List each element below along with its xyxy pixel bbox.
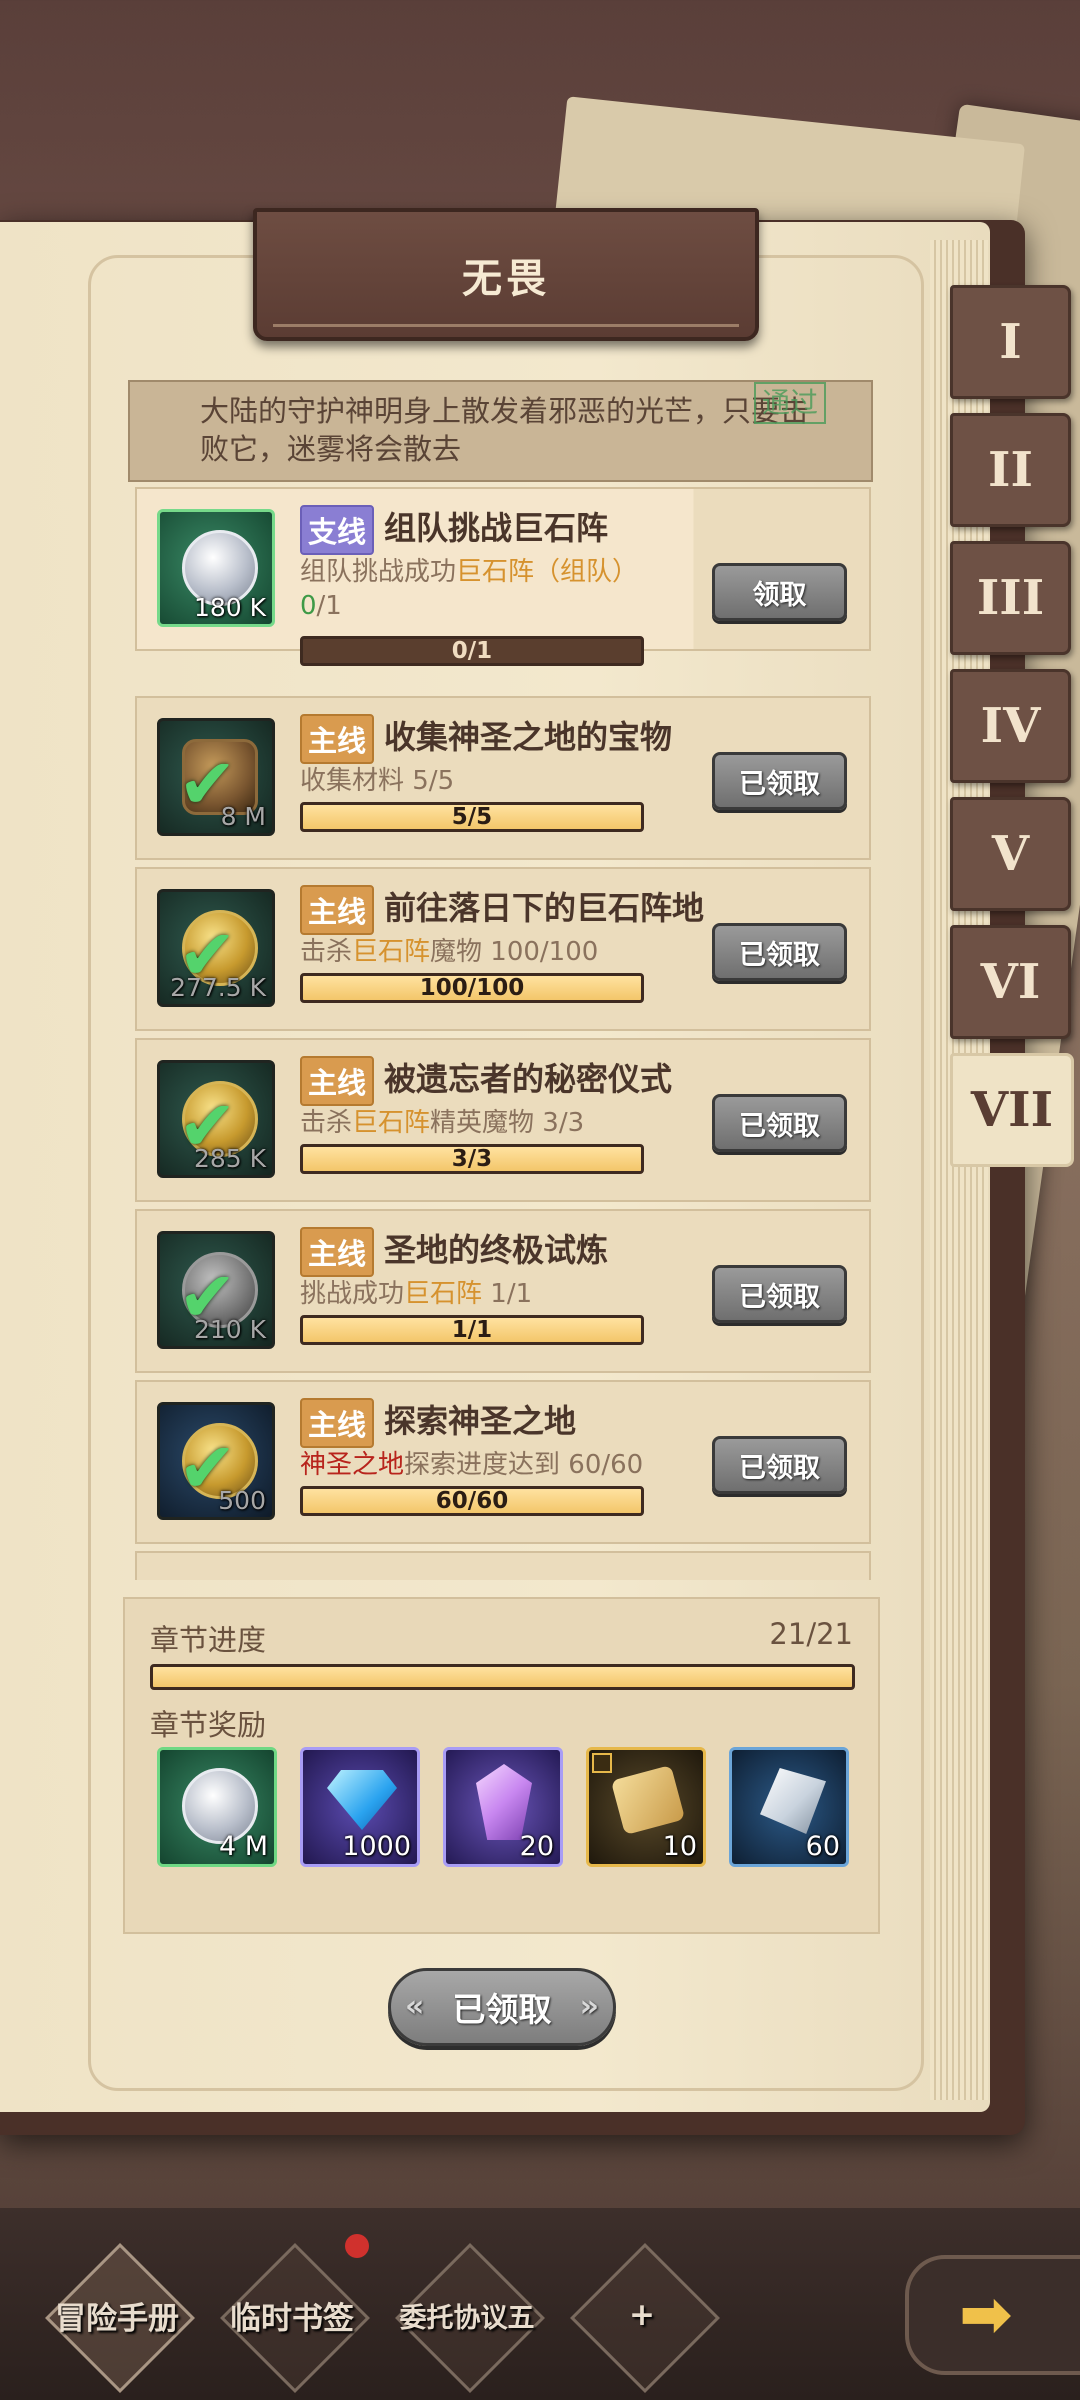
nav-label: 委托协议五: [399, 2302, 535, 2334]
chapter-reward-item[interactable]: 4 M: [157, 1747, 277, 1867]
reward-amount: 10: [662, 1831, 697, 1862]
nav-adventure-handbook[interactable]: 冒险手册: [45, 2243, 195, 2393]
task-title: 被遗忘者的秘密仪式: [384, 1060, 673, 1098]
task-desc: 挑战成功巨石阵 1/1: [300, 1279, 533, 1309]
task-progress-bar: 0/1: [300, 636, 644, 666]
task-item: ✔ 210 K 主线 圣地的终极试炼 挑战成功巨石阵 1/1 1/1 已领取: [135, 1209, 871, 1373]
nav-add[interactable]: +: [570, 2243, 720, 2393]
claimed-button[interactable]: 已领取: [712, 1436, 847, 1494]
task-title: 组队挑战巨石阵: [384, 509, 609, 547]
chapter-tab-4[interactable]: IV: [950, 669, 1071, 783]
task-item: ✔ 8 M 主线 收集神圣之地的宝物 收集材料 5/5 5/5 已领取: [135, 696, 871, 860]
notification-badge: [345, 2234, 369, 2258]
task-desc: 组队挑战成功巨石阵（组队）: [300, 557, 639, 587]
reward-icon[interactable]: ✔ 210 K: [157, 1231, 275, 1349]
chapter-tabs: I II III IV V VI VII: [950, 285, 1074, 1181]
chapter-reward-item[interactable]: 10: [586, 1747, 706, 1867]
chapter-progress-value: 21/21: [769, 1617, 853, 1651]
chapter-tab-5[interactable]: V: [950, 797, 1071, 911]
reward-amount: 210 K: [193, 1315, 266, 1344]
nav-label: 临时书签: [230, 2300, 354, 2337]
claimed-button[interactable]: 已领取: [712, 752, 847, 810]
side-quest-tag: 支线: [300, 505, 375, 555]
silver-shard-icon: [760, 1768, 826, 1834]
chapter-tab-7[interactable]: VII: [950, 1053, 1074, 1167]
task-progress-bar: 100/100: [300, 973, 644, 1003]
description-text: 大陆的守护神明身上散发着邪恶的光芒，只要击败它，迷雾将会散去: [200, 394, 810, 466]
main-quest-tag: 主线: [300, 714, 375, 764]
claimed-button[interactable]: 已领取: [712, 1265, 847, 1323]
task-list[interactable]: 大陆的守护神明身上散发着邪恶的光芒，只要击败它，迷雾将会散去 通过 180 K …: [123, 380, 879, 1580]
task-desc: 击杀巨石阵精英魔物 3/3: [300, 1108, 585, 1138]
chapter-reward-label: 章节奖励: [150, 1708, 267, 1742]
task-item: ✔ 500 主线 探索神圣之地 神圣之地探索进度达到 60/60 60/60 已…: [135, 1380, 871, 1544]
task-desc: 神圣之地探索进度达到 60/60: [300, 1450, 644, 1480]
task-title: 圣地的终极试炼: [384, 1231, 609, 1269]
main-quest-tag: 主线: [300, 1056, 375, 1106]
task-desc: 收集材料 5/5: [300, 766, 455, 796]
corner-mark-icon: [592, 1753, 612, 1773]
claimed-button[interactable]: 已领取: [712, 1094, 847, 1152]
reward-amount: 20: [519, 1831, 554, 1862]
claimed-button[interactable]: 已领取: [712, 923, 847, 981]
reward-amount: 60: [805, 1831, 840, 1862]
task-progress-bar: 5/5: [300, 802, 644, 832]
reward-icon[interactable]: 180 K: [157, 509, 275, 627]
chapter-description: 大陆的守护神明身上散发着邪恶的光芒，只要击败它，迷雾将会散去 通过: [128, 380, 873, 482]
task-progress-bar: 60/60: [300, 1486, 644, 1516]
task-item-partial: [135, 1551, 871, 1580]
task-item: 180 K 支线 组队挑战巨石阵 组队挑战成功巨石阵（组队） 0/1 0/1 领…: [135, 487, 871, 666]
chapter-tab-2[interactable]: II: [950, 413, 1071, 527]
nav-temp-bookmark[interactable]: 临时书签: [220, 2243, 370, 2393]
task-title: 前往落日下的巨石阵地: [384, 889, 705, 927]
reward-amount: 500: [218, 1486, 266, 1515]
chapter-tab-1[interactable]: I: [950, 285, 1071, 399]
reward-icon[interactable]: ✔ 285 K: [157, 1060, 275, 1178]
purple-crystal-icon: [476, 1764, 532, 1840]
task-item: ✔ 277.5 K 主线 前往落日下的巨石阵地 击杀巨石阵魔物 100/100 …: [135, 867, 871, 1031]
reward-amount: 277.5 K: [170, 973, 266, 1002]
reward-amount: 285 K: [193, 1144, 266, 1173]
chapter-progress-bar: [150, 1664, 855, 1690]
plus-icon: +: [629, 2297, 655, 2333]
task-title: 收集神圣之地的宝物: [384, 718, 673, 756]
scroll-icon: [610, 1764, 686, 1836]
reward-amount: 4 M: [218, 1831, 268, 1862]
chapter-reward-item[interactable]: 1000: [300, 1747, 420, 1867]
task-item: ✔ 285 K 主线 被遗忘者的秘密仪式 击杀巨石阵精英魔物 3/3 3/3 已…: [135, 1038, 871, 1202]
chapter-reward-item[interactable]: 20: [443, 1747, 563, 1867]
chapter-tab-6[interactable]: VI: [950, 925, 1071, 1039]
task-title: 探索神圣之地: [384, 1402, 577, 1440]
main-quest-tag: 主线: [300, 885, 375, 935]
nav-commission[interactable]: 委托协议五: [395, 2243, 545, 2393]
diamond-gem-icon: [327, 1770, 397, 1830]
task-desc: 击杀巨石阵魔物 100/100: [300, 937, 599, 967]
main-quest-tag: 主线: [300, 1398, 375, 1448]
reward-amount: 1000: [342, 1831, 411, 1862]
nav-label: 冒险手册: [55, 2300, 179, 2337]
chapter-title-banner: 无畏: [253, 208, 759, 341]
chapter-progress-label: 章节进度: [150, 1623, 267, 1657]
claim-button[interactable]: 领取: [712, 563, 847, 621]
reward-icon[interactable]: ✔ 277.5 K: [157, 889, 275, 1007]
reward-amount: 8 M: [220, 802, 266, 831]
chapter-progress-panel: 章节进度 21/21 章节奖励 4 M 1000 20 10 60: [123, 1597, 880, 1934]
reward-icon[interactable]: ✔ 500: [157, 1402, 275, 1520]
exit-button[interactable]: ➡: [905, 2255, 1080, 2375]
chapter-title: 无畏: [462, 255, 550, 302]
arrow-right-icon: ➡: [959, 2278, 1013, 2352]
task-count: 0/1: [300, 591, 342, 621]
reward-icon[interactable]: ✔ 8 M: [157, 718, 275, 836]
chapter-tab-3[interactable]: III: [950, 541, 1071, 655]
chapter-reward-item[interactable]: 60: [729, 1747, 849, 1867]
main-quest-tag: 主线: [300, 1227, 375, 1277]
reward-amount: 180 K: [193, 593, 266, 622]
pass-stamp: 通过: [753, 382, 826, 424]
task-progress-bar: 3/3: [300, 1144, 644, 1174]
claim-chapter-reward-button[interactable]: 已领取: [388, 1968, 616, 2046]
task-progress-bar: 1/1: [300, 1315, 644, 1345]
